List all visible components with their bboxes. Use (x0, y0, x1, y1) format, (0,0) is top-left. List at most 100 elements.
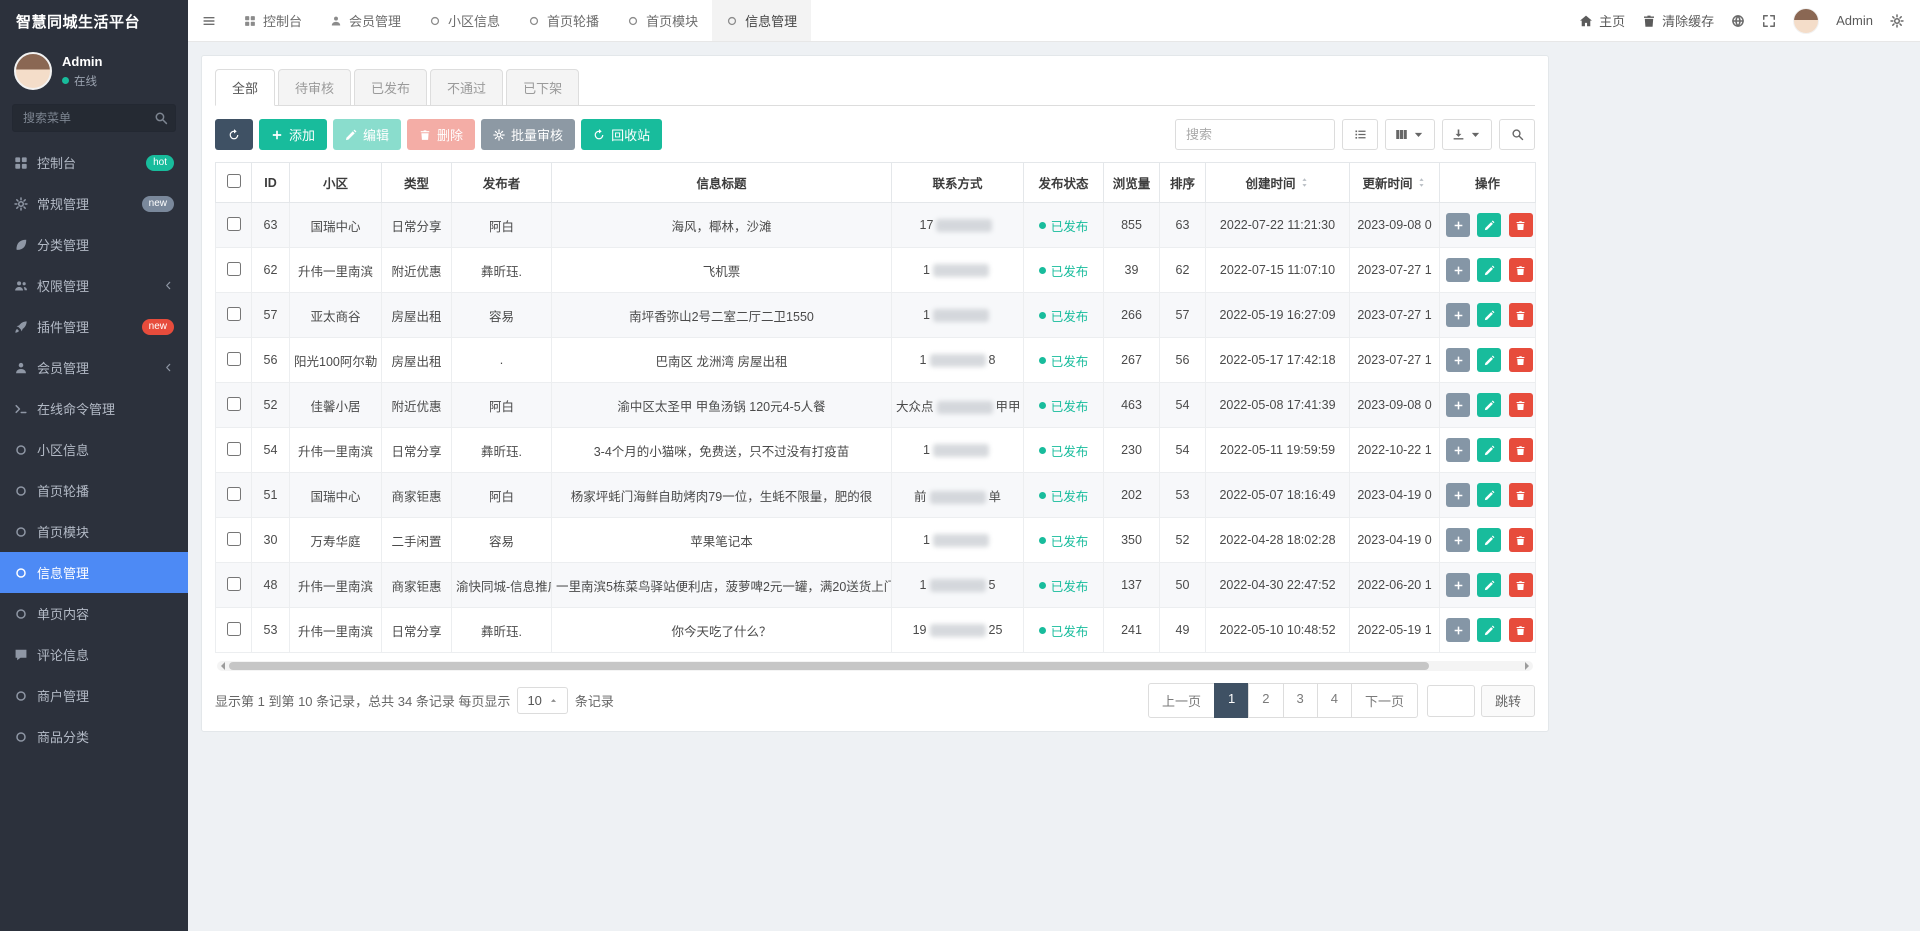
row-checkbox[interactable] (227, 442, 241, 456)
page-number-button[interactable]: 3 (1283, 683, 1318, 718)
sidebar-item[interactable]: 小区信息 (0, 429, 188, 470)
delete-row-button[interactable] (1509, 258, 1533, 282)
edit-row-button[interactable] (1477, 303, 1501, 327)
language-icon[interactable] (1731, 14, 1745, 28)
topbar-username[interactable]: Admin (1836, 13, 1873, 28)
refresh-button[interactable] (215, 119, 253, 150)
scroll-right-arrow[interactable] (1525, 662, 1533, 670)
edit-row-button[interactable] (1477, 573, 1501, 597)
row-checkbox[interactable] (227, 352, 241, 366)
hamburger-icon[interactable] (188, 14, 230, 28)
expand-row-button[interactable] (1446, 528, 1470, 552)
sidebar-item[interactable]: 评论信息 (0, 634, 188, 675)
jump-button[interactable]: 跳转 (1481, 685, 1535, 717)
scrollbar-thumb[interactable] (229, 662, 1429, 670)
edit-row-button[interactable] (1477, 618, 1501, 642)
table-search-input[interactable] (1175, 119, 1335, 150)
expand-row-button[interactable] (1446, 348, 1470, 372)
scroll-left-arrow[interactable] (217, 662, 225, 670)
expand-row-button[interactable] (1446, 483, 1470, 507)
row-checkbox[interactable] (227, 577, 241, 591)
menu-search-input[interactable] (12, 104, 176, 132)
status-tab[interactable]: 全部 (215, 69, 275, 106)
column-header-sortable[interactable]: 更新时间 (1350, 163, 1440, 203)
expand-row-button[interactable] (1446, 573, 1470, 597)
next-page-button[interactable]: 下一页 (1351, 683, 1418, 718)
sidebar-item[interactable]: 常规管理 new (0, 183, 188, 224)
batch-audit-button[interactable]: 批量审核 (481, 119, 575, 150)
home-link[interactable]: 主页 (1579, 11, 1625, 30)
expand-row-button[interactable] (1446, 258, 1470, 282)
sidebar-item[interactable]: 插件管理 new (0, 306, 188, 347)
delete-button[interactable]: 删除 (407, 119, 475, 150)
expand-row-button[interactable] (1446, 618, 1470, 642)
recycle-bin-button[interactable]: 回收站 (581, 119, 662, 150)
topbar-tab[interactable]: 小区信息 (415, 0, 514, 41)
select-all-checkbox[interactable] (227, 174, 241, 188)
row-checkbox[interactable] (227, 307, 241, 321)
expand-row-button[interactable] (1446, 438, 1470, 462)
sidebar-item[interactable]: 权限管理 (0, 265, 188, 306)
delete-row-button[interactable] (1509, 348, 1533, 372)
topbar-tab[interactable]: 信息管理 (712, 0, 811, 41)
search-button[interactable] (1499, 119, 1535, 150)
columns-button[interactable] (1385, 119, 1435, 150)
topbar-avatar[interactable] (1793, 8, 1819, 34)
sidebar-item[interactable]: 单页内容 (0, 593, 188, 634)
edit-row-button[interactable] (1477, 483, 1501, 507)
delete-row-button[interactable] (1509, 393, 1533, 417)
topbar-tab[interactable]: 会员管理 (316, 0, 415, 41)
column-header-sortable[interactable]: 创建时间 (1206, 163, 1350, 203)
avatar[interactable] (14, 52, 52, 90)
row-checkbox[interactable] (227, 217, 241, 231)
clear-cache-link[interactable]: 清除缓存 (1642, 11, 1714, 30)
sidebar-item[interactable]: 商品分类 (0, 716, 188, 757)
edit-row-button[interactable] (1477, 393, 1501, 417)
prev-page-button[interactable]: 上一页 (1148, 683, 1215, 718)
delete-row-button[interactable] (1509, 618, 1533, 642)
page-number-button[interactable]: 4 (1317, 683, 1352, 718)
export-button[interactable] (1442, 119, 1492, 150)
edit-row-button[interactable] (1477, 258, 1501, 282)
page-size-select[interactable]: 10 (517, 687, 567, 714)
sidebar-item[interactable]: 控制台 hot (0, 142, 188, 183)
expand-row-button[interactable] (1446, 303, 1470, 327)
expand-row-button[interactable] (1446, 213, 1470, 237)
page-number-button[interactable]: 1 (1214, 683, 1249, 718)
jump-page-input[interactable] (1427, 685, 1475, 717)
horizontal-scrollbar[interactable] (217, 661, 1533, 671)
sidebar-item[interactable]: 商户管理 (0, 675, 188, 716)
status-tab[interactable]: 已发布 (354, 69, 427, 106)
page-number-button[interactable]: 2 (1248, 683, 1283, 718)
edit-row-button[interactable] (1477, 528, 1501, 552)
sidebar-item[interactable]: 会员管理 (0, 347, 188, 388)
status-tab[interactable]: 已下架 (506, 69, 579, 106)
delete-row-button[interactable] (1509, 438, 1533, 462)
delete-row-button[interactable] (1509, 303, 1533, 327)
sidebar-item[interactable]: 首页模块 (0, 511, 188, 552)
row-checkbox[interactable] (227, 487, 241, 501)
topbar-tab[interactable]: 首页模块 (613, 0, 712, 41)
common-search-toggle-button[interactable] (1342, 119, 1378, 150)
sidebar-item[interactable]: 在线命令管理 (0, 388, 188, 429)
delete-row-button[interactable] (1509, 528, 1533, 552)
expand-row-button[interactable] (1446, 393, 1470, 417)
topbar-tab[interactable]: 首页轮播 (514, 0, 613, 41)
fullscreen-icon[interactable] (1762, 14, 1776, 28)
sidebar-item[interactable]: 首页轮播 (0, 470, 188, 511)
status-tab[interactable]: 待审核 (278, 69, 351, 106)
sidebar-item[interactable]: 分类管理 (0, 224, 188, 265)
settings-gear-icon[interactable] (1890, 14, 1904, 28)
delete-row-button[interactable] (1509, 483, 1533, 507)
row-checkbox[interactable] (227, 397, 241, 411)
row-checkbox[interactable] (227, 622, 241, 636)
edit-row-button[interactable] (1477, 348, 1501, 372)
row-checkbox[interactable] (227, 262, 241, 276)
status-tab[interactable]: 不通过 (430, 69, 503, 106)
edit-row-button[interactable] (1477, 213, 1501, 237)
add-button[interactable]: 添加 (259, 119, 327, 150)
delete-row-button[interactable] (1509, 213, 1533, 237)
sidebar-item[interactable]: 信息管理 (0, 552, 188, 593)
row-checkbox[interactable] (227, 532, 241, 546)
edit-row-button[interactable] (1477, 438, 1501, 462)
